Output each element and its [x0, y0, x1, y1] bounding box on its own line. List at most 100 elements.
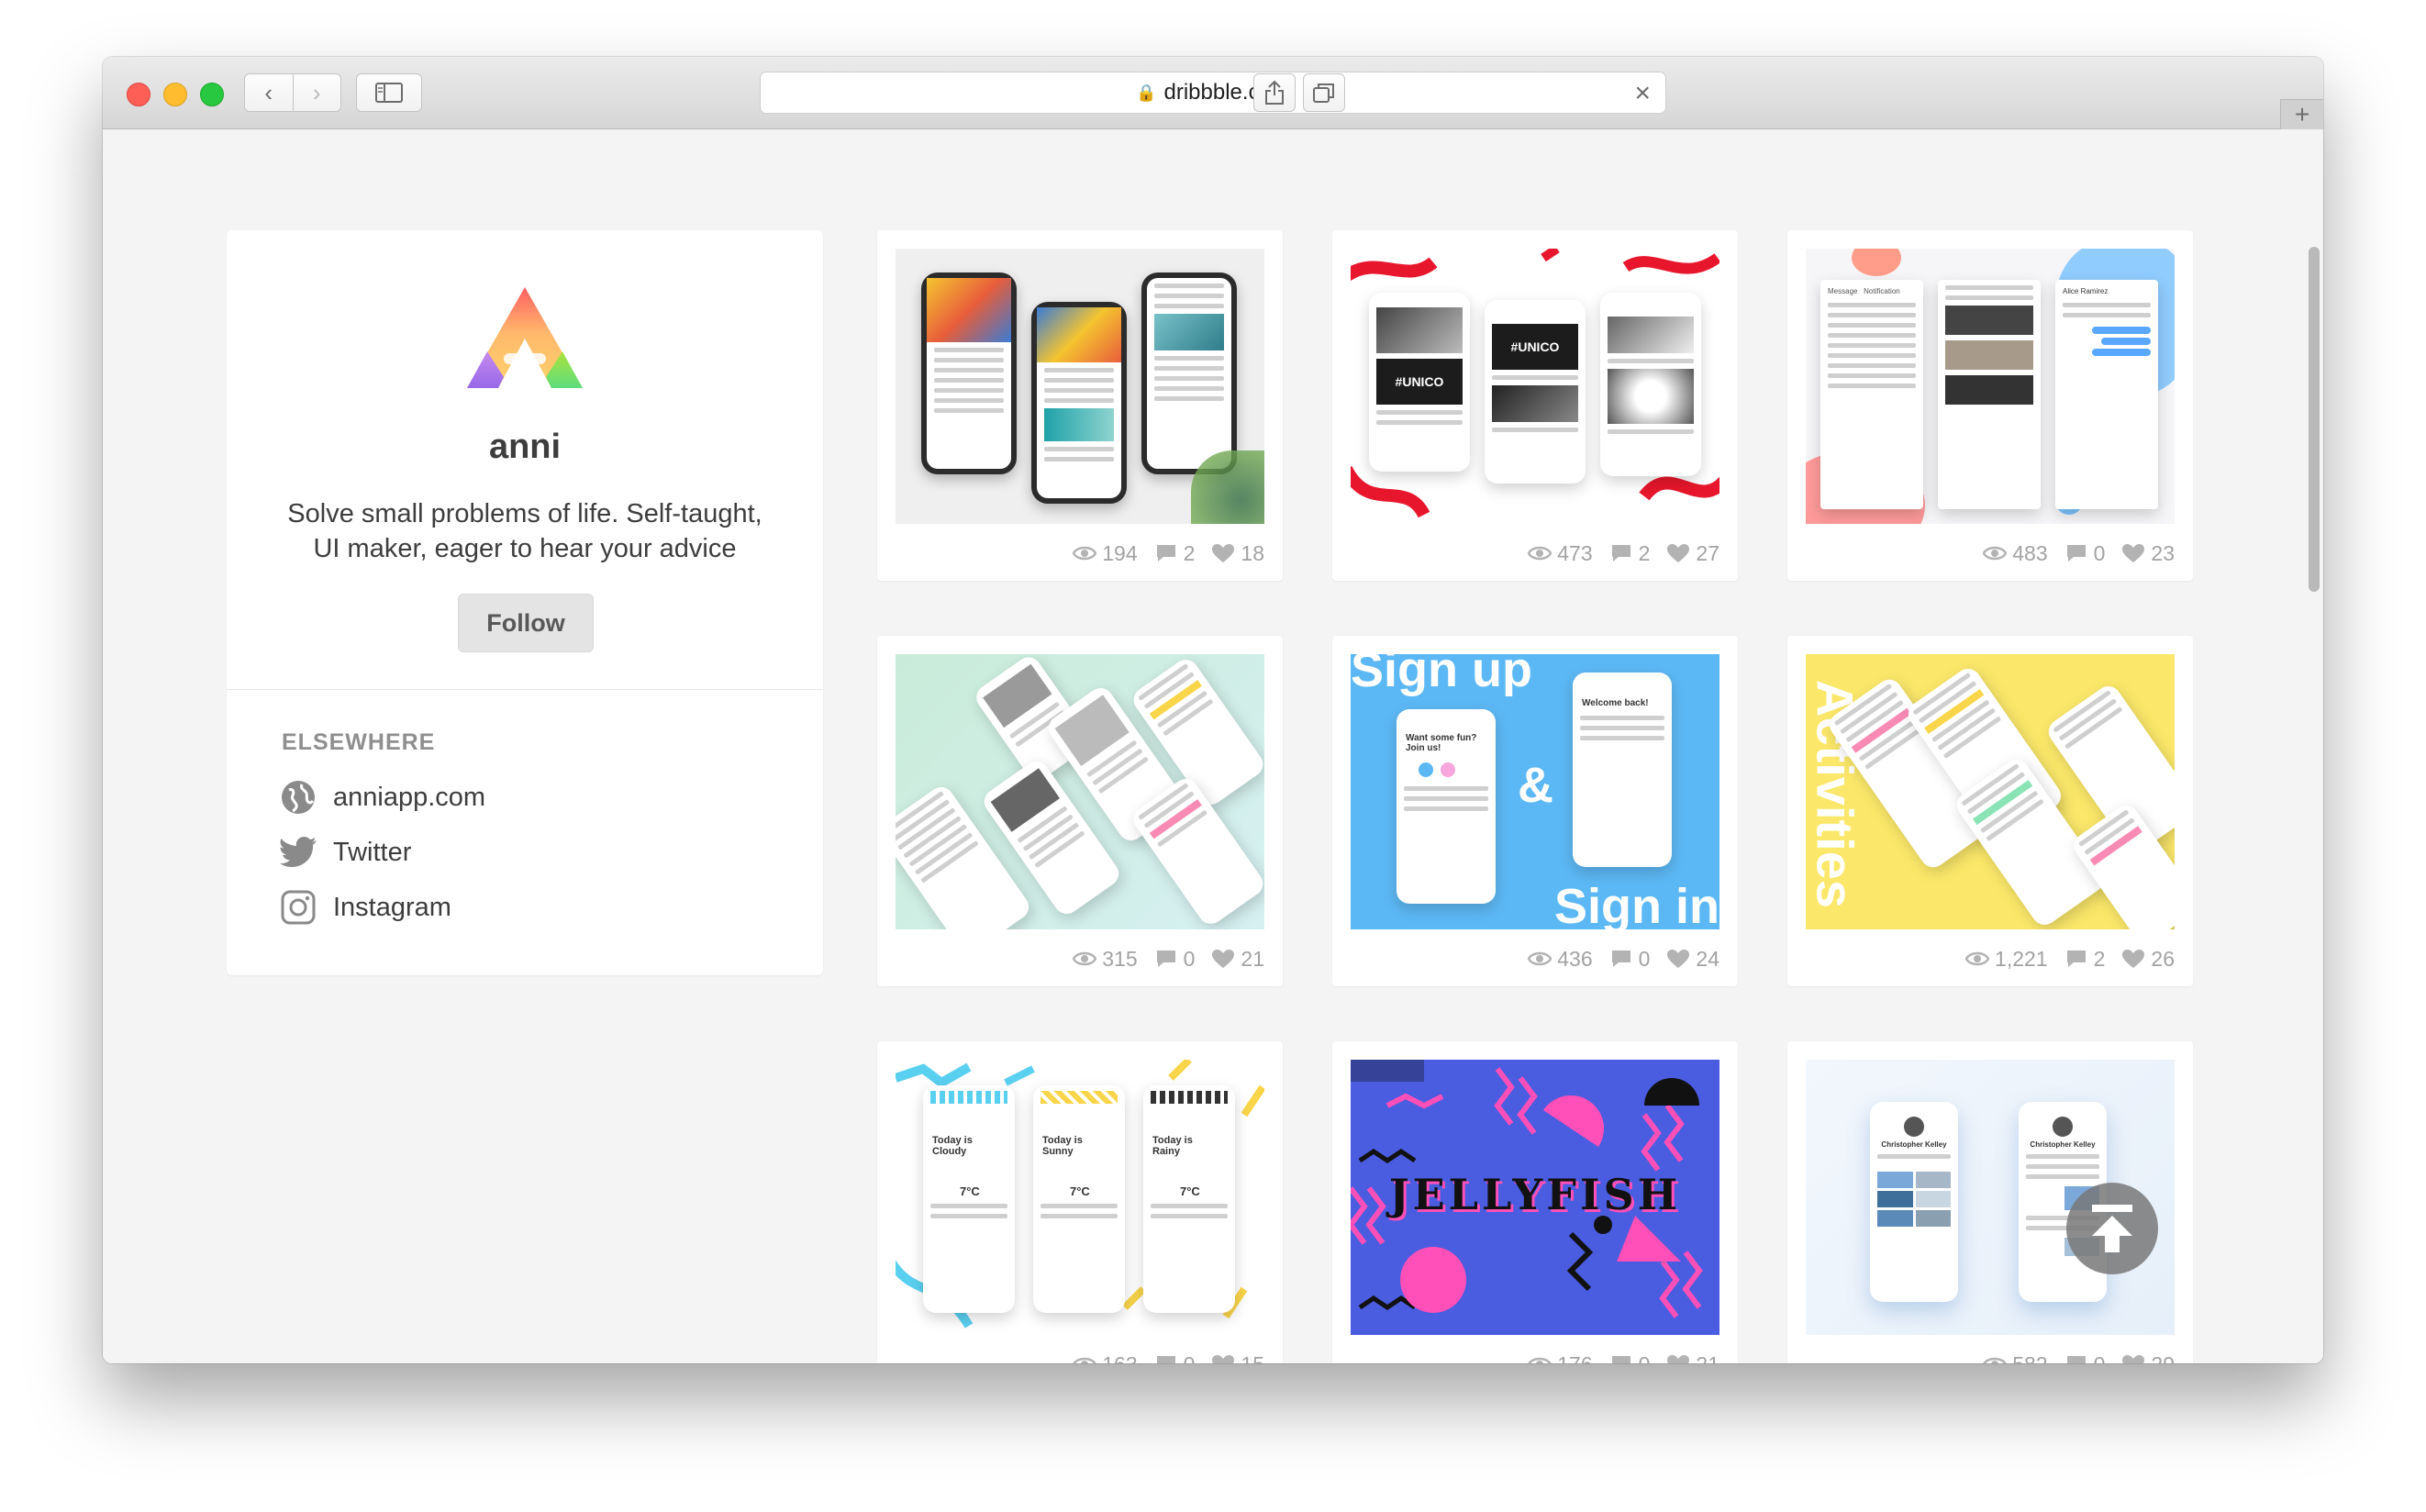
- shot-thumbnail[interactable]: [896, 654, 1264, 929]
- forward-button[interactable]: ›: [293, 73, 341, 112]
- signup-heading: Sign up: [1351, 654, 1532, 697]
- eye-icon: [1965, 951, 1990, 966]
- likes-count: 24: [1696, 946, 1719, 971]
- shot-card[interactable]: Activities 1,221 2 26: [1787, 636, 2193, 986]
- likes-stat[interactable]: 15: [1211, 1352, 1264, 1363]
- scrollbar[interactable]: [2309, 247, 2320, 592]
- instagram-icon: [280, 889, 317, 926]
- views-stat: 194: [1073, 540, 1138, 566]
- shot-thumbnail[interactable]: Activities: [1806, 654, 2175, 929]
- scroll-to-top-button[interactable]: [2066, 1183, 2158, 1274]
- comments-count: 0: [1184, 1352, 1196, 1364]
- views-count: 194: [1102, 540, 1138, 565]
- shot-card[interactable]: Message Notification Alice Ramirez 483 0…: [1787, 230, 2193, 581]
- zoom-window-button[interactable]: [200, 83, 224, 106]
- history-nav: ‹ ›: [244, 73, 341, 112]
- shot-stats: 483 0 23: [1983, 535, 2175, 572]
- shot-thumbnail[interactable]: Message Notification Alice Ramirez: [1806, 249, 2175, 524]
- bio-line: UI maker, eager to hear your advice: [313, 534, 737, 563]
- shot-thumbnail[interactable]: Today is Cloudy 7°C Today is Sunny 7°C T…: [896, 1060, 1264, 1335]
- sidebar-toggle-button[interactable]: [356, 73, 422, 112]
- shot-card[interactable]: 315 0 21: [877, 636, 1283, 986]
- weather-cloudy: Today is Cloudy: [932, 1135, 973, 1157]
- comments-stat: 2: [1609, 540, 1651, 566]
- shot-stats: 315 0 21: [1073, 940, 1264, 977]
- heart-icon: [1667, 1355, 1690, 1363]
- profile-person-name: Christopher Kelley: [2030, 1140, 2096, 1149]
- eye-icon: [1983, 546, 2008, 561]
- shot-stats: 436 0 24: [1528, 940, 1719, 977]
- comments-count: 2: [2093, 946, 2106, 971]
- likes-stat[interactable]: 23: [2121, 541, 2175, 566]
- heart-icon: [2122, 544, 2145, 562]
- minimize-window-button[interactable]: [163, 83, 187, 106]
- views-stat: 176: [1528, 1352, 1593, 1363]
- ampersand: &: [1518, 758, 1553, 813]
- shot-card[interactable]: #UNICO #UNICO 473 2 27: [1332, 230, 1738, 581]
- link-twitter[interactable]: Twitter: [280, 825, 485, 880]
- back-button[interactable]: ‹: [244, 73, 294, 112]
- link-label: Twitter: [333, 837, 412, 867]
- shot-stats: 473 2 27: [1528, 535, 1719, 572]
- address-bar[interactable]: 🔒 dribbble.com ×: [760, 72, 1666, 114]
- heart-icon: [1667, 544, 1690, 562]
- tabs-overview-button[interactable]: [1303, 73, 1345, 112]
- chat-contact-name: Alice Ramirez: [2063, 287, 2109, 295]
- shot-thumbnail[interactable]: [896, 249, 1264, 524]
- shot-card[interactable]: JELLYFISH 176 0 21: [1332, 1041, 1738, 1363]
- likes-stat[interactable]: 24: [1666, 947, 1719, 972]
- views-stat: 436: [1528, 947, 1593, 972]
- heart-icon: [2122, 1355, 2145, 1363]
- eye-icon: [1073, 1357, 1097, 1363]
- likes-stat[interactable]: 21: [1211, 947, 1264, 972]
- page-content: anni Solve small problems of life. Self-…: [103, 129, 2323, 1363]
- views-count: 483: [2012, 540, 2048, 565]
- views-count: 163: [1102, 1352, 1137, 1364]
- comments-count: 2: [1183, 540, 1196, 565]
- comments-count: 0: [2093, 540, 2106, 565]
- follow-button[interactable]: Follow: [458, 594, 594, 652]
- eye-icon: [1073, 546, 1097, 561]
- views-count: 315: [1102, 946, 1138, 971]
- comments-stat: 2: [1154, 540, 1196, 566]
- browser-window: ‹ › 🔒 dribbble.com × + anni Solve small …: [103, 57, 2323, 1363]
- comments-stat: 0: [1154, 946, 1196, 972]
- share-button[interactable]: [1253, 73, 1296, 112]
- likes-stat[interactable]: 29: [2121, 1352, 2175, 1363]
- plus-icon: +: [2294, 100, 2310, 128]
- shot-card[interactable]: Sign up & Sign in Want some fun? Join us…: [1332, 636, 1738, 986]
- heart-icon: [2122, 950, 2145, 968]
- likes-stat[interactable]: 26: [2121, 947, 2175, 972]
- shot-thumbnail[interactable]: JELLYFISH: [1351, 1060, 1719, 1335]
- views-stat: 483: [1983, 540, 2048, 566]
- close-window-button[interactable]: [127, 83, 150, 106]
- likes-count: 26: [2151, 946, 2175, 971]
- activities-heading: Activities: [1806, 680, 1864, 908]
- link-label: Instagram: [333, 892, 451, 922]
- likes-stat[interactable]: 18: [1211, 541, 1264, 566]
- comments-count: 0: [1183, 946, 1196, 971]
- shot-stats: 1,221 2 26: [1965, 940, 2175, 977]
- elsewhere-heading: ELSEWHERE: [282, 729, 436, 755]
- likes-stat[interactable]: 21: [1666, 1352, 1719, 1363]
- shot-card[interactable]: 194 2 18: [877, 230, 1283, 581]
- likes-stat[interactable]: 27: [1666, 541, 1719, 566]
- shot-card[interactable]: Today is Cloudy 7°C Today is Sunny 7°C T…: [877, 1041, 1283, 1363]
- clear-url-icon[interactable]: ×: [1634, 78, 1651, 109]
- signup-prompt: Want some fun? Join us!: [1406, 733, 1477, 753]
- weather-temp: 7°C: [1070, 1184, 1090, 1198]
- comments-stat: 0: [1609, 1352, 1650, 1363]
- shot-thumbnail[interactable]: #UNICO #UNICO: [1351, 249, 1719, 524]
- weather-temp: 7°C: [1180, 1184, 1200, 1198]
- link-website[interactable]: anniapp.com: [280, 770, 485, 825]
- shot-thumbnail[interactable]: Sign up & Sign in Want some fun? Join us…: [1351, 654, 1719, 929]
- link-instagram[interactable]: Instagram: [280, 880, 485, 935]
- heart-icon: [1212, 950, 1235, 968]
- eye-icon: [1983, 1357, 2008, 1363]
- chevron-left-icon: ‹: [264, 78, 273, 106]
- comments-stat: 2: [2064, 946, 2106, 972]
- comments-count: 2: [1638, 540, 1651, 565]
- views-stat: 315: [1073, 946, 1138, 972]
- profile-bio: Solve small problems of life. Self-taugh…: [273, 496, 777, 566]
- new-tab-button[interactable]: +: [2280, 99, 2323, 129]
